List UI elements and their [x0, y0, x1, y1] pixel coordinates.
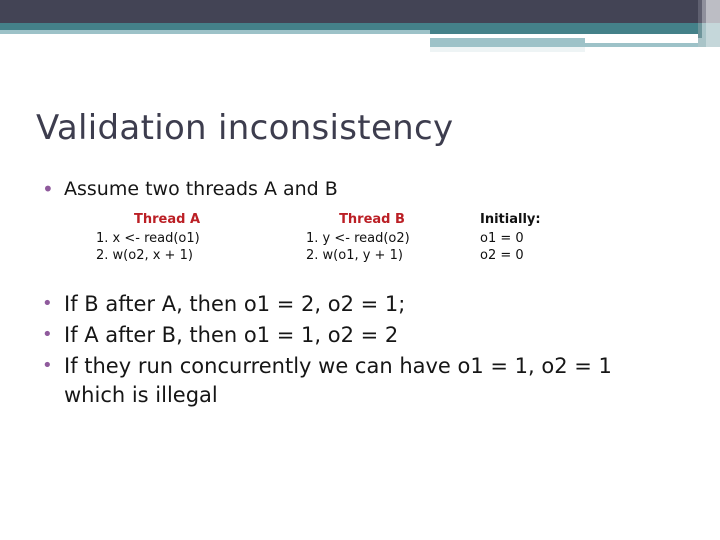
header-band-dark [0, 0, 698, 23]
thread-column-a: Thread A 1. x <- read(o1) 2. w(o2, x + 1… [96, 212, 296, 264]
bullet-dot-icon: • [42, 324, 53, 345]
thread-b-heading: Thread B [339, 212, 405, 227]
conclusion-bullet-list: • If B after A, then o1 = 2, o2 = 1; • I… [42, 290, 720, 410]
header-band-teal-left [0, 23, 430, 30]
header-band-pale-right [430, 47, 585, 52]
initial-values-column: Initially: o1 = 0 o2 = 0 [480, 212, 660, 264]
thread-a-step-2: 2. w(o2, x + 1) [96, 248, 193, 263]
header-accent-stripe-teal-outer [706, 23, 720, 47]
initial-value-o2: o2 = 0 [480, 248, 524, 263]
header-band-white-notch-2 [585, 38, 700, 43]
initial-value-o1: o1 = 0 [480, 231, 524, 246]
bullet-dot-icon: • [42, 177, 54, 201]
thread-b-step-2: 2. w(o1, y + 1) [306, 248, 403, 263]
conclusion-bullet-b-after-a-label: If B after A, then o1 = 2, o2 = 1; [64, 292, 406, 316]
slide-header-decoration [0, 0, 720, 60]
header-accent-stripe-teal-2 [702, 23, 706, 47]
bullet-assume-threads: • Assume two threads A and B [42, 176, 720, 202]
conclusion-bullet-a-after-b: • If A after B, then o1 = 1, o2 = 2 [42, 321, 720, 350]
conclusion-bullet-concurrent-label: If they run concurrently we can have o1 … [64, 354, 612, 407]
thread-column-b: Thread B 1. y <- read(o2) 2. w(o1, y + 1… [306, 212, 496, 264]
bullet-dot-icon: • [42, 293, 53, 314]
thread-code-table: Thread A 1. x <- read(o1) 2. w(o2, x + 1… [0, 212, 720, 274]
initial-values-heading: Initially: [480, 212, 541, 227]
page-title: Validation inconsistency [36, 108, 454, 148]
conclusion-bullet-concurrent: • If they run concurrently we can have o… [42, 352, 720, 410]
conclusion-bullet-b-after-a: • If B after A, then o1 = 2, o2 = 1; [42, 290, 720, 319]
thread-a-heading: Thread A [133, 212, 200, 227]
thread-b-step-1: 1. y <- read(o2) [306, 231, 410, 246]
slide-body: • Assume two threads A and B Thread A 1.… [0, 176, 720, 412]
thread-a-step-1: 1. x <- read(o1) [96, 231, 200, 246]
bullet-dot-icon: • [42, 355, 53, 376]
bullet-assume-threads-label: Assume two threads A and B [64, 178, 338, 200]
header-band-light-teal-left [0, 30, 430, 34]
conclusion-bullet-a-after-b-label: If A after B, then o1 = 1, o2 = 2 [64, 323, 399, 347]
header-accent-stripe-teal-3 [698, 38, 702, 47]
